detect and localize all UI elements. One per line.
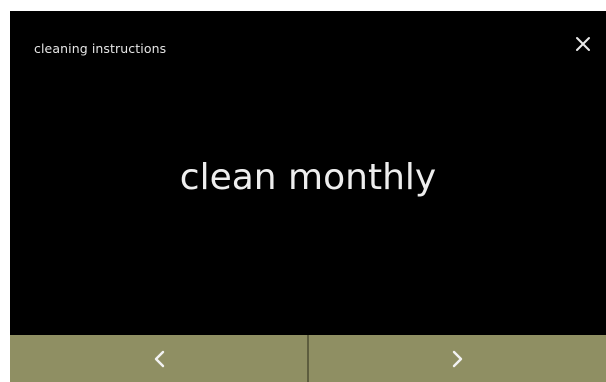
display-screen: cleaning instructions clean monthly bbox=[10, 11, 606, 382]
chevron-right-icon bbox=[452, 350, 462, 367]
instruction-message: clean monthly bbox=[179, 157, 437, 198]
navigation-bar bbox=[10, 335, 606, 382]
chevron-left-icon bbox=[154, 350, 164, 367]
previous-button[interactable] bbox=[10, 335, 307, 382]
page-title: cleaning instructions bbox=[34, 41, 167, 56]
close-button[interactable] bbox=[570, 31, 596, 57]
close-icon bbox=[576, 37, 590, 51]
next-button[interactable] bbox=[309, 335, 606, 382]
